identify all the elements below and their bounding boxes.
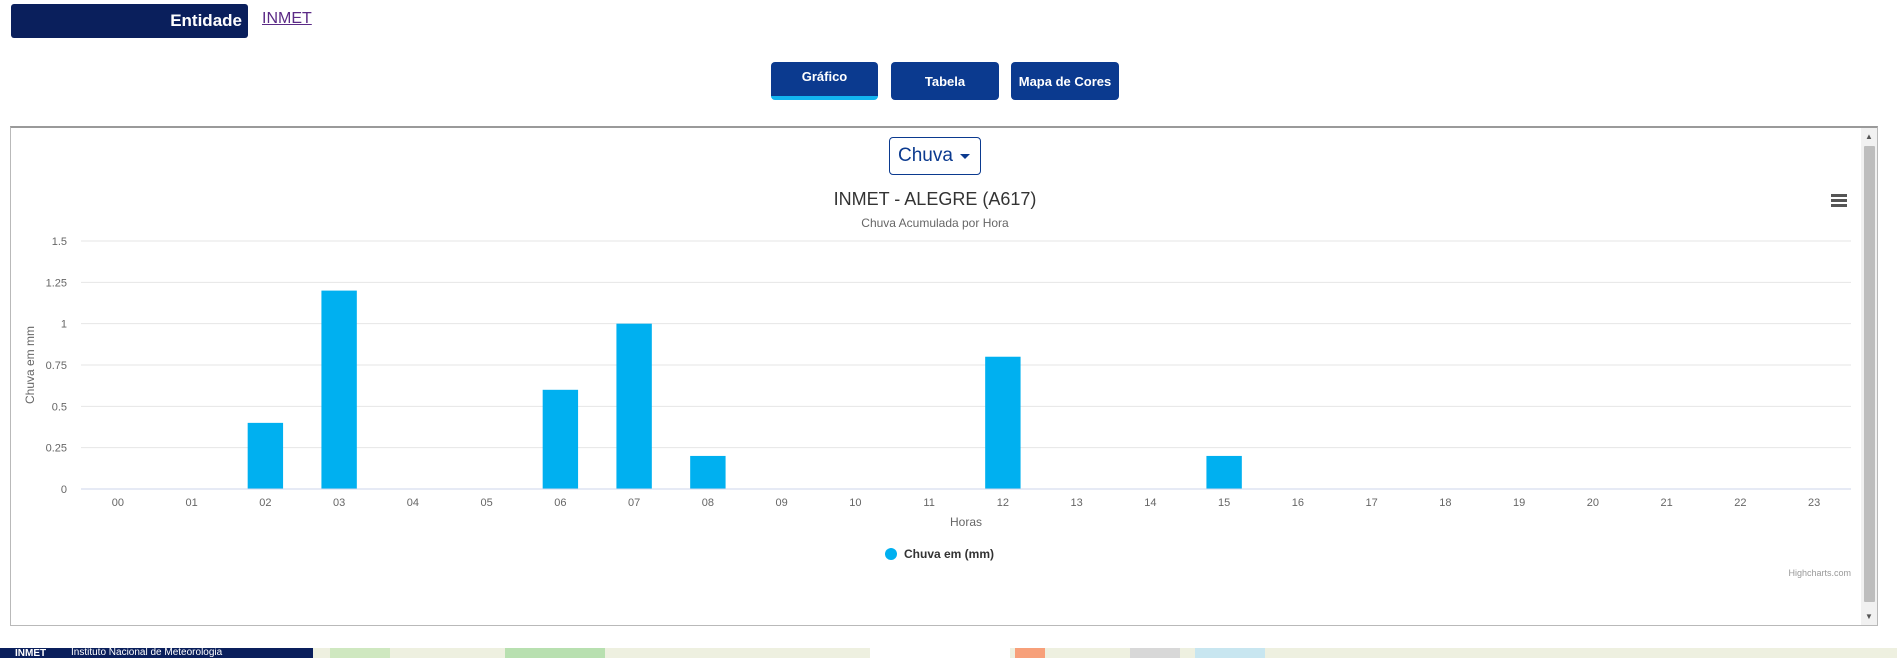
x-tick-label: 11 [923,497,934,509]
chart-title: INMET - ALEGRE (A617) [834,189,1037,209]
footer-org-name: Instituto Nacional de Meteorologia [71,648,223,658]
x-axis-title: Horas [950,515,982,529]
y-axis-title: Chuva em mm [23,326,37,404]
y-tick-label: 1 [61,319,67,331]
y-axis-ticks: 0 0.25 0.5 0.75 1 1.25 1.5 [46,236,67,496]
x-tick-label: 10 [849,497,861,509]
bar-hour-02[interactable] [247,422,284,489]
x-tick-label: 23 [1808,497,1820,509]
x-tick-label: 22 [1734,497,1746,509]
x-tick-label: 16 [1292,497,1304,509]
footer-brand: INMET Instituto Nacional de Meteorologia [0,648,313,658]
x-tick-label: 07 [628,497,640,509]
x-axis-ticks: 00 01 02 03 04 05 06 07 08 09 10 11 12 13 14 15 16 17 18 19… [112,497,1821,509]
x-tick-label: 13 [1071,497,1083,509]
bar-hour-15[interactable] [1206,455,1242,489]
chart-subtitle: Chuva Acumulada por Hora [861,216,1009,230]
x-tick-label: 20 [1587,497,1599,509]
chart-credits[interactable]: Highcharts.com [1788,568,1851,578]
x-tick-label: 21 [1661,497,1673,509]
x-tick-label: 01 [186,497,198,509]
x-tick-label: 17 [1366,497,1378,509]
y-tick-label: 1.5 [52,236,67,248]
x-tick-label: 12 [997,497,1009,509]
x-tick-label: 03 [333,497,345,509]
x-tick-label: 08 [702,497,714,509]
legend-marker[interactable] [885,548,897,560]
chart-bars [247,290,1242,489]
bar-hour-08[interactable] [690,455,726,489]
bar-hour-03[interactable] [321,290,357,489]
x-tick-label: 05 [481,497,493,509]
y-tick-label: 0.75 [46,360,67,372]
y-tick-label: 1.25 [46,277,67,289]
x-tick-label: 15 [1218,497,1230,509]
y-tick-label: 0.25 [46,443,67,455]
rainfall-chart: INMET - ALEGRE (A617) Chuva Acumulada po… [23,189,1851,578]
x-tick-label: 09 [776,497,788,509]
x-tick-label: 02 [259,497,271,509]
legend-label[interactable]: Chuva em (mm) [904,547,994,561]
x-tick-label: 04 [407,497,419,509]
bar-hour-07[interactable] [616,323,652,489]
footer-strip: INMET Instituto Nacional de Meteorologia [0,648,1897,658]
x-tick-label: 00 [112,497,124,509]
x-tick-label: 06 [554,497,566,509]
x-tick-label: 14 [1144,497,1156,509]
y-tick-label: 0 [61,484,67,496]
x-tick-label: 19 [1513,497,1525,509]
y-tick-label: 0.5 [52,401,67,413]
bar-hour-12[interactable] [985,356,1021,489]
x-tick-label: 18 [1439,497,1451,509]
bar-hour-06[interactable] [542,389,579,489]
footer-org-short: INMET [15,648,47,658]
